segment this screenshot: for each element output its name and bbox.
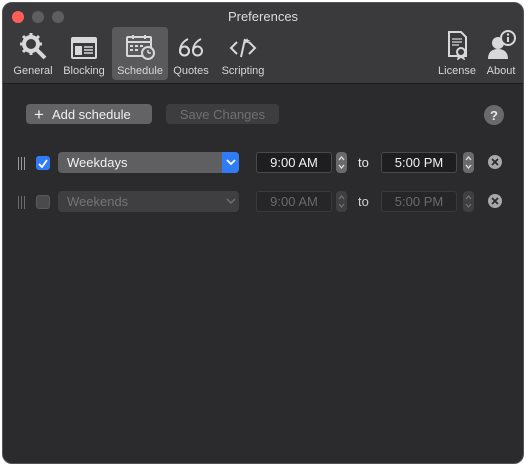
days-select-value: Weekdays <box>67 155 128 170</box>
schedule-row: Weekends 9:00 AM to 5:00 PM <box>3 191 523 215</box>
start-time-field[interactable]: 9:00 AM <box>256 152 332 173</box>
toolbar-label: General <box>13 65 53 77</box>
window-title: Preferences <box>227 9 299 24</box>
drag-handle-icon[interactable] <box>18 157 27 170</box>
close-icon <box>491 197 499 205</box>
start-time-stepper[interactable] <box>336 152 347 173</box>
drag-handle-icon[interactable] <box>18 196 27 209</box>
add-schedule-button[interactable]: + Add schedule <box>26 104 152 124</box>
remove-schedule-button[interactable] <box>488 155 502 169</box>
toolbar-label: Schedule <box>117 65 163 77</box>
checkmark-icon <box>38 158 48 168</box>
time-separator: to <box>358 155 369 170</box>
plus-icon: + <box>34 104 44 124</box>
gear-icon <box>20 33 47 60</box>
toolbar-label: Quotes <box>173 65 209 77</box>
toolbar-label: License <box>438 65 476 77</box>
toolbar-blocking[interactable]: Blocking <box>59 27 109 80</box>
start-time-field[interactable]: 9:00 AM <box>256 191 332 212</box>
toolbar-label: Blocking <box>63 65 105 77</box>
schedule-enabled-checkbox[interactable] <box>36 195 50 209</box>
toolbar-license[interactable]: License <box>434 27 480 80</box>
days-select[interactable]: Weekends <box>58 191 239 212</box>
stepper-arrows-icon <box>465 155 472 170</box>
help-button[interactable]: ? <box>484 105 504 125</box>
stepper-arrows-icon <box>338 155 345 170</box>
end-time-stepper[interactable] <box>463 191 474 212</box>
toolbar-schedule[interactable]: Schedule <box>112 27 168 80</box>
calendar-clock-icon <box>126 35 155 60</box>
toolbar-scripting[interactable]: Scripting <box>216 27 270 80</box>
code-icon <box>229 38 257 58</box>
schedule-enabled-checkbox[interactable] <box>36 156 50 170</box>
toolbar-label: Scripting <box>221 65 265 77</box>
save-changes-button[interactable]: Save Changes <box>166 104 279 124</box>
chevron-down-icon <box>222 191 239 212</box>
quote-icon <box>178 38 203 57</box>
browser-window-icon <box>71 37 97 59</box>
stepper-arrows-icon <box>338 194 345 209</box>
end-time-field[interactable]: 5:00 PM <box>381 152 457 173</box>
days-select-value: Weekends <box>67 194 129 209</box>
certificate-icon <box>448 31 467 60</box>
start-time-stepper[interactable] <box>336 191 347 212</box>
chevron-down-icon <box>222 152 239 173</box>
remove-schedule-button[interactable] <box>488 194 502 208</box>
end-time-field[interactable]: 5:00 PM <box>381 191 457 212</box>
toolbar-label: About <box>486 65 516 77</box>
toolbar-quotes[interactable]: Quotes <box>170 27 212 80</box>
titlebar: Preferences General Blocking Schedule Qu… <box>3 3 523 84</box>
close-icon <box>491 158 499 166</box>
info-person-icon <box>488 30 516 59</box>
toolbar-about[interactable]: About <box>483 27 519 80</box>
stepper-arrows-icon <box>465 194 472 209</box>
days-select[interactable]: Weekdays <box>58 152 239 173</box>
schedule-row: Weekdays 9:00 AM to 5:00 PM <box>3 152 523 176</box>
add-schedule-label: Add schedule <box>51 106 131 122</box>
preferences-window: Preferences General Blocking Schedule Qu… <box>2 2 524 464</box>
time-separator: to <box>358 194 369 209</box>
help-icon: ? <box>490 107 498 123</box>
save-changes-label: Save Changes <box>179 106 266 122</box>
toolbar-general[interactable]: General <box>11 27 55 80</box>
end-time-stepper[interactable] <box>463 152 474 173</box>
